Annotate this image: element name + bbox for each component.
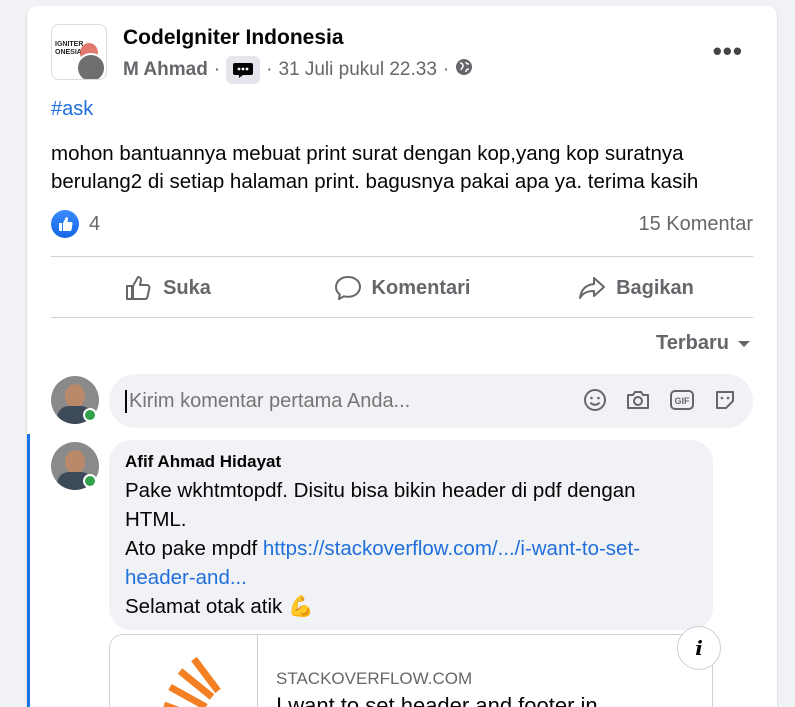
online-indicator — [83, 408, 97, 422]
meta-separator: · — [213, 59, 221, 80]
comment-composer[interactable]: GIF — [109, 374, 753, 428]
author-mini-avatar[interactable] — [76, 53, 106, 79]
comment-icon — [334, 276, 361, 300]
sort-label: Terbaru — [656, 332, 729, 354]
info-button[interactable]: i — [677, 626, 721, 670]
more-horizontal-icon[interactable]: ••• — [713, 36, 743, 67]
comment-line: Selamat otak atik 💪 — [125, 595, 314, 618]
divider — [51, 317, 753, 318]
reaction-summary[interactable]: 4 — [51, 210, 100, 238]
like-button[interactable]: Suka — [51, 262, 285, 314]
gif-icon[interactable]: GIF — [669, 388, 695, 412]
post-timestamp[interactable]: 31 Juli pukul 22.33 — [278, 59, 436, 81]
link-preview-card[interactable]: STACKOVERFLOW.COM I want to set header a… — [109, 634, 713, 707]
online-indicator — [83, 474, 97, 488]
commenter-name[interactable]: Afif Ahmad Hidayat — [125, 452, 697, 472]
comment-line-prefix: Ato pake mpdf — [125, 537, 263, 560]
globe-icon — [455, 58, 473, 82]
link-preview-title[interactable]: I want to set header and footer in — [276, 693, 598, 707]
share-button[interactable]: Bagikan — [519, 262, 753, 314]
thumbs-up-icon — [126, 276, 151, 300]
link-preview-domain: STACKOVERFLOW.COM — [276, 669, 473, 688]
post-actions: Suka Komentari Bagikan — [51, 262, 753, 314]
divider — [51, 256, 753, 257]
camera-icon[interactable] — [625, 388, 651, 412]
avatar-face — [65, 450, 85, 474]
emoji-icon[interactable] — [583, 388, 607, 412]
link-preview-thumbnail — [110, 635, 258, 707]
reaction-count: 4 — [89, 212, 101, 235]
post-hashtag[interactable]: #ask — [51, 98, 93, 121]
comment-button[interactable]: Komentari — [285, 262, 519, 314]
sticker-icon[interactable] — [713, 388, 737, 412]
like-reaction-icon — [51, 210, 79, 238]
comment-sort-dropdown[interactable]: Terbaru — [656, 332, 751, 355]
comment-line: Pake wkhtmtopdf. Disitu bisa bikin heade… — [125, 479, 636, 531]
conversation-starter-icon[interactable] — [226, 56, 261, 84]
group-avatar[interactable]: IGNITER ONESIA — [51, 24, 107, 80]
comment-input[interactable] — [125, 389, 565, 413]
group-name[interactable]: CodeIgniter Indonesia — [123, 26, 344, 50]
svg-text:GIF: GIF — [675, 396, 691, 406]
comment-bubble: Afif Ahmad Hidayat Pake wkhtmtopdf. Disi… — [109, 440, 713, 630]
share-icon — [579, 277, 606, 299]
comment-count[interactable]: 15 Komentar — [638, 213, 753, 236]
post-card: IGNITER ONESIA CodeIgniter Indonesia M Ah… — [27, 6, 777, 707]
comment-line: Ato pake mpdf https://stackoverflow.com/… — [125, 534, 697, 592]
stackoverflow-logo-icon — [163, 656, 221, 707]
post-meta: M Ahmad · · 31 Juli pukul 22.33 · — [123, 56, 473, 84]
meta-separator: · — [266, 59, 273, 80]
post-body: mohon bantuannya mebuat print surat deng… — [51, 142, 699, 193]
comment-label: Komentari — [371, 276, 471, 299]
avatar-face — [65, 384, 85, 408]
comment-thread-line — [27, 434, 30, 707]
share-label: Bagikan — [616, 276, 694, 299]
comment-text: Pake wkhtmtopdf. Disitu bisa bikin heade… — [125, 476, 697, 621]
composer-icons: GIF — [583, 388, 737, 412]
meta-separator: · — [442, 59, 450, 80]
author-name[interactable]: M Ahmad — [123, 59, 208, 81]
like-label: Suka — [163, 276, 211, 299]
caret-down-icon — [738, 340, 750, 347]
